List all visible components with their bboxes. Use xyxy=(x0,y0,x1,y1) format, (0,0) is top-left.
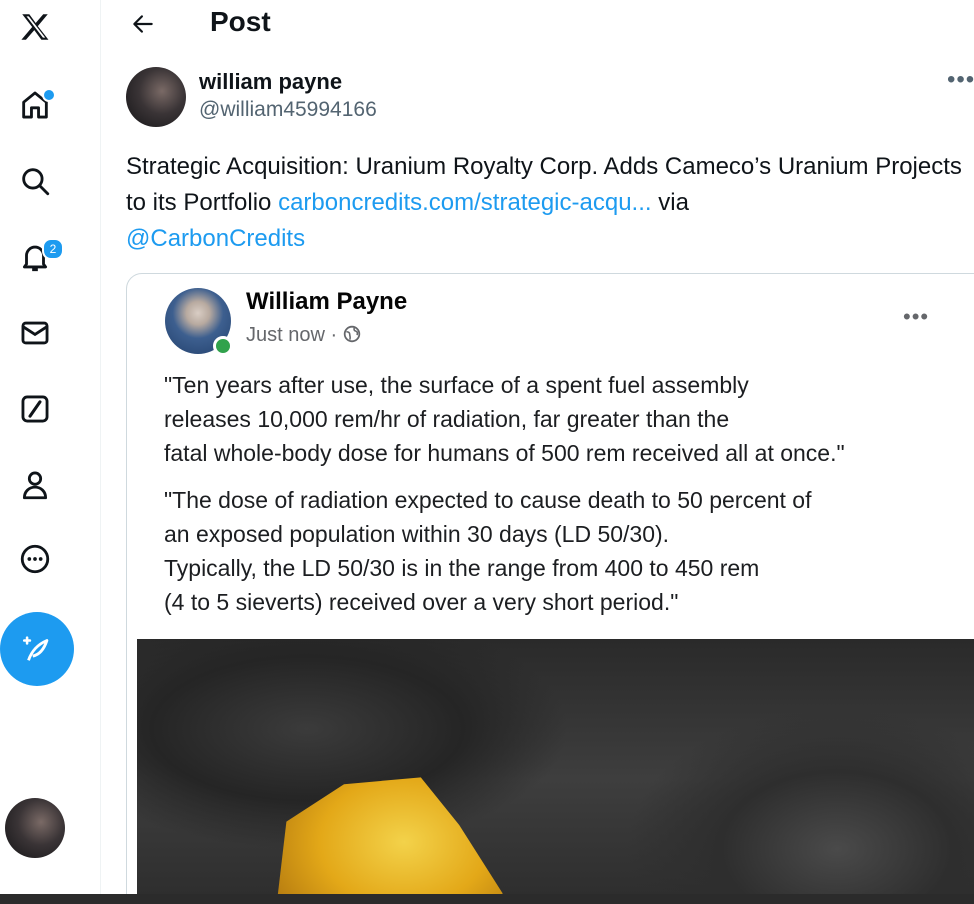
author-avatar[interactable] xyxy=(126,67,186,127)
quote-line: "The dose of radiation expected to cause… xyxy=(164,487,812,513)
arrow-left-icon xyxy=(133,15,153,33)
ore-nugget xyxy=(272,777,512,894)
account-avatar[interactable] xyxy=(5,798,65,858)
uranium-ore-photo xyxy=(137,639,974,894)
nav-messages[interactable] xyxy=(10,308,60,358)
post-more-button[interactable]: ••• xyxy=(947,66,974,94)
nav-grok[interactable] xyxy=(10,384,60,434)
grok-icon xyxy=(21,395,49,423)
globe-icon xyxy=(343,325,360,343)
post-text: Strategic Acquisition: Uranium Royalty C… xyxy=(126,149,966,257)
post-header: Post xyxy=(101,0,974,48)
compose-feather-icon xyxy=(22,636,49,661)
quote-line: fatal whole-body dose for humans of 500 … xyxy=(164,440,845,466)
quote-paragraph-1: "Ten years after use, the surface of a s… xyxy=(164,368,974,470)
embedded-image-card[interactable]: William Payne Just now · ••• "Ten years … xyxy=(126,273,974,894)
card-timestamp: Just now · xyxy=(246,324,361,347)
more-icon xyxy=(20,544,50,574)
home-unread-dot xyxy=(42,88,56,102)
card-author-name: William Payne xyxy=(246,288,408,315)
search-icon xyxy=(22,168,50,196)
x-logo-icon[interactable] xyxy=(10,2,60,52)
main-column: Post william payne @william45994166 ••• … xyxy=(101,0,974,894)
sidebar: 2 xyxy=(0,0,101,894)
nav-profile[interactable] xyxy=(10,460,60,510)
notification-badge: 2 xyxy=(42,238,64,260)
profile-icon xyxy=(22,471,48,500)
messages-icon xyxy=(21,321,49,345)
nav-more[interactable] xyxy=(10,534,60,584)
card-more-icon: ••• xyxy=(903,304,930,329)
quote-line: (4 to 5 sieverts) received over a very s… xyxy=(164,589,679,615)
quote-line: "Ten years after use, the surface of a s… xyxy=(164,372,749,398)
quote-line: Typically, the LD 50/30 is in the range … xyxy=(164,555,760,581)
page-title: Post xyxy=(210,6,271,37)
nav-notifications[interactable]: 2 xyxy=(10,232,64,282)
quote-line: releases 10,000 rem/hr of radiation, far… xyxy=(164,406,730,432)
bottom-bar xyxy=(0,894,974,904)
post-link[interactable]: carboncredits.com/strategic-acqu... xyxy=(278,189,652,216)
post-text-part-2: via xyxy=(651,189,689,216)
quote-line: an exposed population within 30 days (LD… xyxy=(164,521,670,547)
author-handle[interactable]: @william45994166 xyxy=(199,98,377,122)
compose-post-button[interactable] xyxy=(0,612,74,686)
online-status-dot xyxy=(213,336,233,356)
author-name[interactable]: william payne xyxy=(199,69,342,95)
post-mention[interactable]: @CarbonCredits xyxy=(126,225,305,252)
card-time-text: Just now · xyxy=(246,324,343,346)
nav-home[interactable] xyxy=(10,80,60,130)
nav-search[interactable] xyxy=(10,156,60,206)
quote-paragraph-2: "The dose of radiation expected to cause… xyxy=(164,483,974,619)
back-button[interactable] xyxy=(123,4,163,44)
